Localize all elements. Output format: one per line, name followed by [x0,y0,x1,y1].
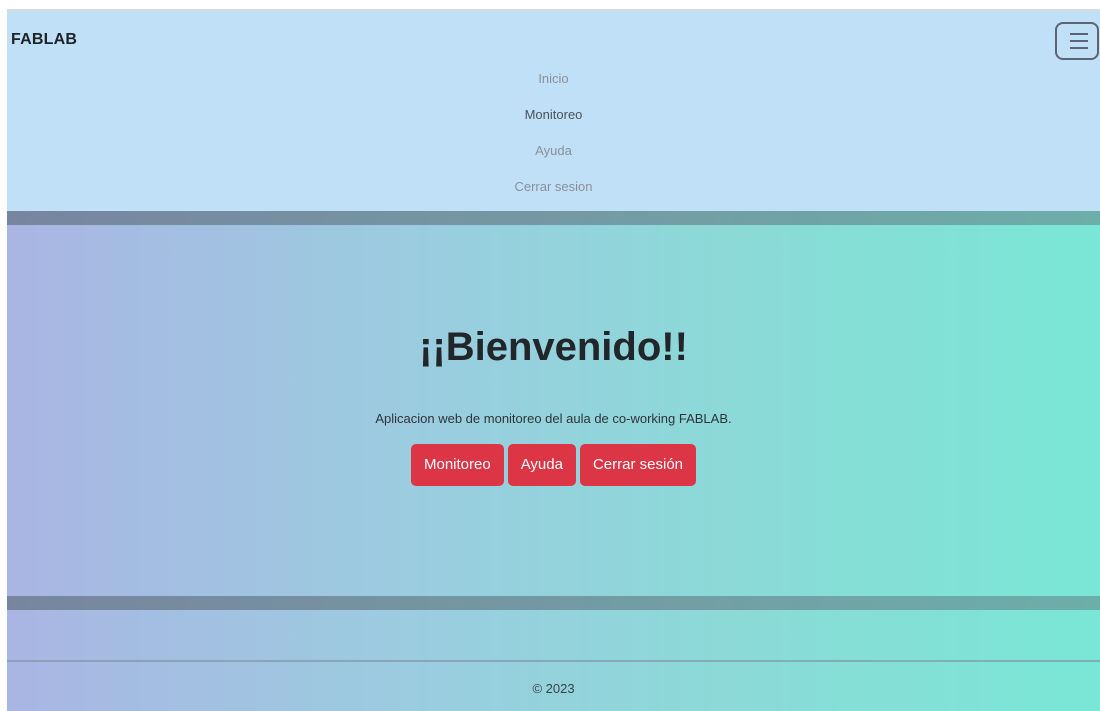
nav-link-cerrar-sesion[interactable]: Cerrar sesion [514,179,592,194]
hero-section: ¡¡Bienvenido!! Aplicacion web de monitor… [7,211,1100,711]
page-frame: FABLAB Inicio Monitoreo Ayuda Cerrar ses… [7,9,1100,711]
monitoreo-button[interactable]: Monitoreo [411,444,504,486]
nav-item-inicio: Inicio [7,67,1100,103]
nav-menu: Inicio Monitoreo Ayuda Cerrar sesion [7,67,1100,211]
ayuda-button[interactable]: Ayuda [507,444,576,486]
nav-item-monitoreo: Monitoreo [7,103,1100,139]
hero-bottom-divider [7,596,1100,610]
hamburger-menu-icon [1070,33,1088,49]
nav-item-ayuda: Ayuda [7,139,1100,175]
brand-logo[interactable]: FABLAB [11,31,77,49]
nav-link-ayuda[interactable]: Ayuda [535,143,572,158]
hero-top-divider [7,211,1100,225]
navbar-toggler-button[interactable] [1055,22,1099,60]
nav-link-monitoreo[interactable]: Monitoreo [525,107,583,122]
page-title: ¡¡Bienvenido!! [419,325,688,369]
footer-divider [7,660,1100,662]
hero-button-group: Monitoreo Ayuda Cerrar sesión [7,444,1100,486]
footer-copyright: © 2023 [532,681,575,696]
hero-subtitle: Aplicacion web de monitoreo del aula de … [375,411,732,426]
cerrar-sesion-button[interactable]: Cerrar sesión [579,444,696,486]
nav-link-inicio[interactable]: Inicio [538,71,568,86]
navbar: FABLAB Inicio Monitoreo Ayuda Cerrar ses… [7,9,1100,211]
nav-item-cerrar-sesion: Cerrar sesion [7,175,1100,211]
